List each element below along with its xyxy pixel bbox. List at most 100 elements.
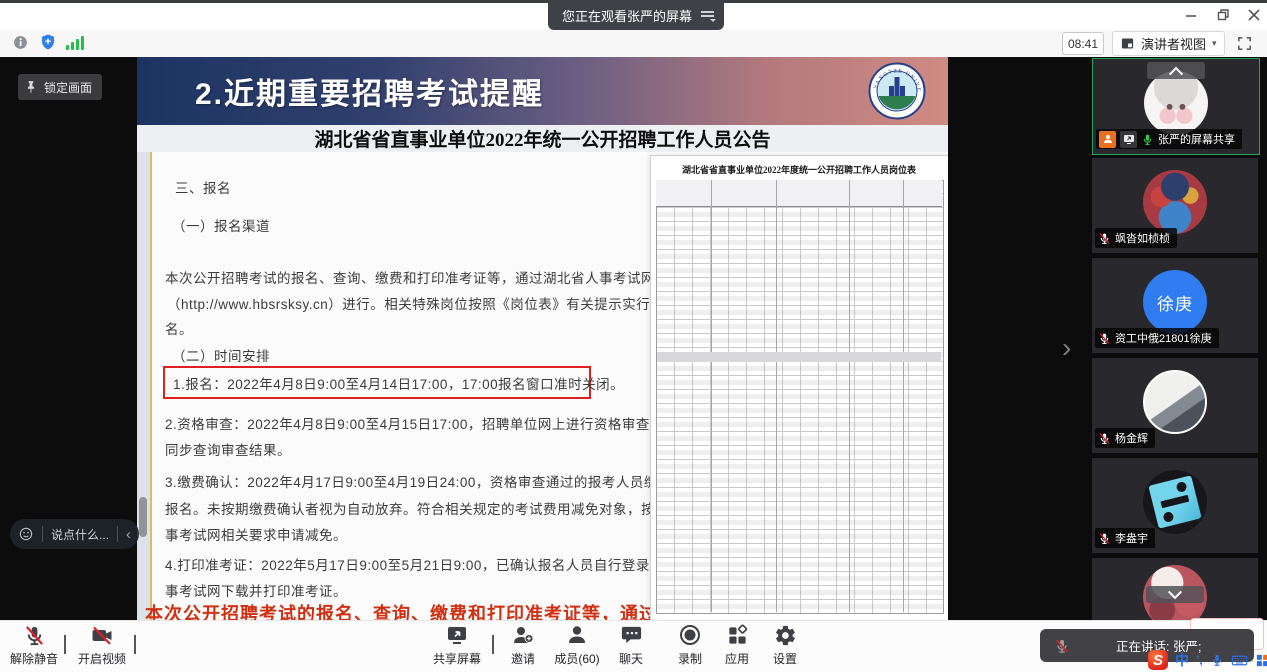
- position-table-grid: [656, 180, 944, 614]
- chat-button[interactable]: 聊天: [609, 623, 653, 667]
- invite-icon: [511, 623, 535, 647]
- ime-toolbox-icon[interactable]: [1255, 653, 1267, 668]
- share-screen-label: 共享屏幕: [433, 650, 481, 667]
- scroll-up-button[interactable]: [1147, 62, 1205, 79]
- mic-muted-icon: [1098, 232, 1111, 245]
- ime-lang-toggle[interactable]: 中: [1175, 650, 1189, 670]
- mic-muted-icon: [1098, 532, 1111, 545]
- doc-section-heading: 三、报名: [175, 177, 231, 197]
- meeting-info-icon[interactable]: [12, 34, 29, 56]
- ime-punct-toggle[interactable]: ’,: [1196, 653, 1203, 667]
- view-mode-label: 演讲者视图: [1141, 34, 1206, 53]
- invite-button[interactable]: 邀请: [501, 623, 545, 667]
- table-divider: [711, 180, 712, 612]
- doc-line: 同步查询审查结果。: [165, 439, 291, 459]
- screen-share-icon: [1120, 131, 1137, 148]
- participant-label: 李盎宇: [1095, 528, 1155, 548]
- mic-muted-icon: [23, 623, 46, 647]
- fullscreen-button[interactable]: [1236, 35, 1253, 57]
- start-video-label: 开启视频: [78, 650, 126, 667]
- record-icon: [678, 623, 702, 647]
- members-label: 成员(60): [554, 650, 599, 667]
- document-scrollbar[interactable]: [139, 497, 147, 537]
- watching-banner-text: 您正在观看张严的屏幕: [562, 6, 692, 25]
- lock-view-button[interactable]: 锁定画面: [18, 74, 102, 100]
- doc-highlight-line: 1.报名：2022年4月8日9:00至4月14日17:00，17:00报名窗口准…: [165, 373, 624, 393]
- document-margin: [137, 152, 152, 620]
- doc-subheading-channel: （一）报名渠道: [172, 215, 270, 235]
- minimize-button[interactable]: [1178, 3, 1204, 27]
- doc-line: 事考试网相关要求申请减免。: [165, 524, 347, 544]
- lock-view-label: 锁定画面: [44, 79, 92, 96]
- doc-line: 本次公开招聘考试的报名、查询、缴费和打印准考证等，通过湖北省人事考试网: [165, 267, 655, 287]
- mic-muted-icon: [1098, 432, 1111, 445]
- doc-line: 名。: [165, 318, 193, 338]
- participant-tile-partial[interactable]: [1092, 558, 1258, 620]
- members-icon: [565, 623, 589, 647]
- divider: [117, 526, 118, 542]
- ime-keyboard-icon[interactable]: [1231, 652, 1248, 669]
- divider: [42, 526, 43, 542]
- participant-name: 张严的屏幕共享: [1158, 131, 1235, 147]
- meeting-timer: 08:41: [1062, 32, 1104, 55]
- camera-off-icon: [90, 623, 114, 647]
- meeting-window: 您正在观看张严的屏幕 08:41 演讲者视图 ▾ 锁定画面 2.近期重要招聘考试: [0, 0, 1267, 672]
- ime-toolbar: S 中 ’,: [1148, 649, 1267, 671]
- avatar: [1143, 370, 1207, 434]
- unmute-label: 解除静音: [10, 650, 58, 667]
- share-screen-button[interactable]: 共享屏幕: [428, 623, 486, 667]
- university-logo: YANGTZE UNIVERSITY: [868, 62, 926, 125]
- chat-quick-input[interactable]: 说点什么... ‹: [10, 519, 139, 549]
- view-mode-button[interactable]: 演讲者视图 ▾: [1112, 31, 1225, 56]
- start-video-button[interactable]: 开启视频: [74, 623, 130, 667]
- participant-tile[interactable]: 徐庚 资工中俄21801徐庚: [1092, 258, 1258, 353]
- participant-tile[interactable]: 李盎宇: [1092, 458, 1258, 553]
- avatar: [1143, 470, 1207, 534]
- record-button[interactable]: 录制: [667, 623, 713, 667]
- avatar: 徐庚: [1143, 270, 1207, 334]
- sidebar-collapse-handle[interactable]: ›: [1062, 334, 1071, 362]
- network-signal-icon[interactable]: [66, 36, 84, 50]
- unmute-button[interactable]: 解除静音: [8, 623, 60, 667]
- scroll-down-button[interactable]: [1146, 586, 1204, 603]
- security-shield-icon[interactable]: [39, 33, 57, 56]
- settings-gear-icon: [774, 623, 797, 647]
- table-divider: [776, 180, 777, 612]
- highlight-box: 1.报名：2022年4月8日9:00至4月14日17:00，17:00报名窗口准…: [163, 366, 591, 399]
- members-button[interactable]: 成员(60): [548, 623, 606, 667]
- participant-label: 飒沓如桢桢: [1095, 228, 1177, 248]
- participant-name: 李盎宇: [1115, 530, 1148, 546]
- table-divider: [849, 180, 850, 612]
- position-table: 湖北省省直事业单位2022年度统一公开招聘工作人员岗位表: [650, 155, 948, 620]
- restore-button[interactable]: [1210, 3, 1236, 27]
- participant-label: 杨金辉: [1095, 428, 1155, 448]
- mic-muted-icon: [1054, 638, 1070, 654]
- settings-button[interactable]: 设置: [762, 623, 808, 667]
- participant-tile-screen-share[interactable]: 张严的屏幕共享: [1092, 58, 1260, 155]
- apps-button[interactable]: 应用: [714, 623, 760, 667]
- participant-tile[interactable]: 杨金辉: [1092, 358, 1258, 453]
- chat-placeholder[interactable]: 说点什么...: [51, 526, 109, 543]
- sogou-logo-icon[interactable]: S: [1148, 650, 1168, 670]
- pin-icon: [24, 80, 38, 94]
- close-button[interactable]: [1241, 3, 1267, 27]
- announcement-band: 湖北省省直事业单位2022年统一公开招聘工作人员公告: [137, 125, 948, 152]
- video-options-caret[interactable]: [134, 637, 136, 655]
- participant-tile[interactable]: 飒沓如桢桢: [1092, 158, 1258, 253]
- mic-options-caret[interactable]: [64, 637, 66, 655]
- doc-line: 2.资格审查：2022年4月8日9:00至4月15日17:00，招聘单位网上进行…: [165, 413, 706, 433]
- doc-line: （http://www.hbsrsksy.cn）进行。相关特殊岗位按照《岗位表》…: [167, 293, 692, 313]
- mic-muted-icon: [1098, 332, 1111, 345]
- ime-mic-icon[interactable]: [1210, 653, 1224, 667]
- apps-icon: [726, 623, 749, 647]
- table-selected-row: [657, 352, 941, 362]
- participant-label: 张严的屏幕共享: [1096, 129, 1242, 149]
- banner-menu-icon[interactable]: [701, 11, 714, 13]
- watching-banner[interactable]: 您正在观看张严的屏幕: [548, 0, 724, 30]
- chevron-left-icon[interactable]: ‹: [126, 527, 131, 542]
- doc-line: 报名。未按期缴费确认者视为自动放弃。符合相关规定的考试费用减免对象，按湖北省人: [165, 498, 711, 518]
- share-options-caret[interactable]: [492, 637, 494, 655]
- doc-line: 4.打印准考证：2022年5月17日9:00至5月21日9:00，已确认报名人员…: [165, 554, 706, 574]
- announcement-title: 湖北省省直事业单位2022年统一公开招聘工作人员公告: [314, 125, 770, 152]
- emoji-icon[interactable]: [18, 526, 34, 542]
